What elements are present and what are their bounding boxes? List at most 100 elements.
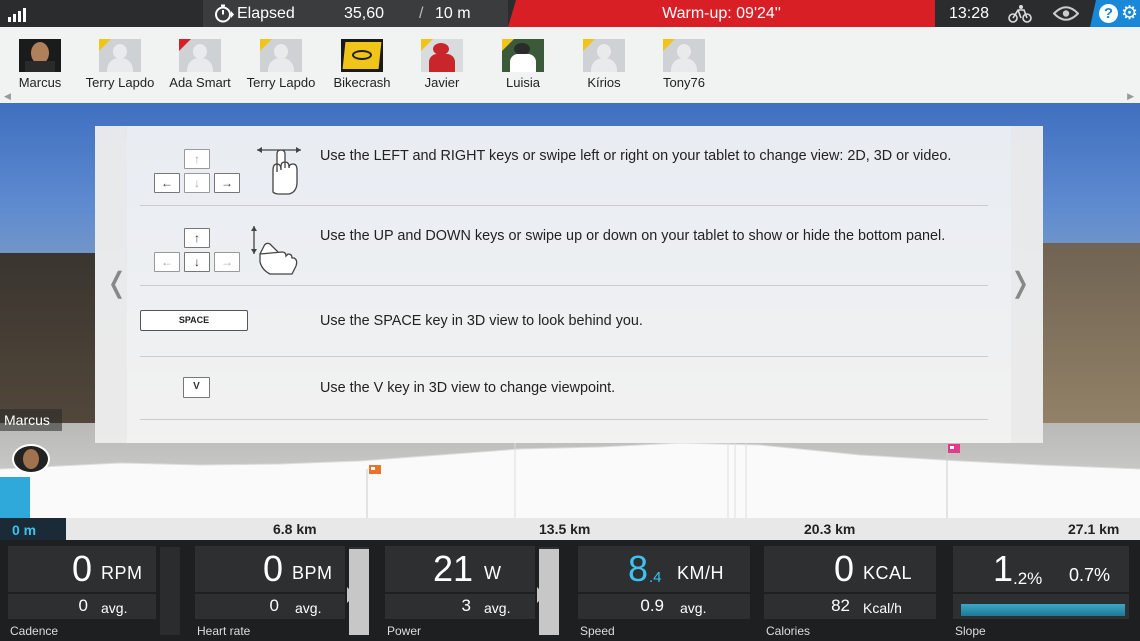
scroll-left-icon[interactable]: ◀ [4,91,11,102]
current-distance: 0 m [0,518,66,540]
metrics-panel: 0 RPM 0 avg. Cadence 0 BPM 0 avg. Heart … [0,540,1140,641]
elapsed-label: Elapsed [237,5,295,22]
scroll-right-icon[interactable]: ▶ [1127,91,1134,102]
rider-card[interactable]: Kírios [564,39,644,90]
arrow-left-key: ← [154,173,180,193]
swipe-vertical-icon [248,224,300,281]
calories-avg-label: Kcal/h [863,600,902,616]
arrow-right-key: → [214,252,240,272]
rider-avatar [341,39,383,72]
finish-flag-mark [950,446,954,449]
cadence-value: 0 [71,548,92,589]
rider-name: Terry Lapdo [246,75,316,90]
power-gauge-pointer [537,587,545,603]
power-gauge [537,547,559,635]
arrow-down-key: ↓ [184,173,210,193]
arrow-left-key: ← [154,252,180,272]
calories-caption: Calories [766,624,811,638]
arrow-right-key: → [214,173,240,193]
distance-tick: 13.5 km [539,521,591,537]
heart-value: 0 [262,548,283,589]
distance-tick: 20.3 km [804,521,856,537]
rider-name: Kírios [587,75,621,90]
cadence-avg-label: avg. [101,600,128,616]
heart-caption: Heart rate [197,624,251,638]
distance-separator: / [419,5,424,22]
power-metric: 21 W 3 avg. Power [385,546,565,638]
heart-unit: BPM [292,563,333,583]
clock-panel: 13:28 ? ⚙ [935,0,1140,27]
heart-avg: 0 [269,596,279,615]
arrow-up-key: ↑ [184,149,210,169]
speed-decimal: .4 [649,569,662,586]
slope-caption: Slope [955,624,986,638]
rider-avatar [421,39,463,72]
tip-toggle-panel-text: Use the UP and DOWN keys or swipe up or … [320,228,946,244]
rider-card[interactable]: Javier [402,39,482,90]
calories-avg: 82 [831,596,850,615]
rider-name: Bikecrash [333,75,391,90]
elapsed-distance: 35,60 [344,5,385,22]
power-unit: W [484,563,502,583]
rider-avatar [99,39,141,72]
signal-icon [8,0,34,27]
rider-card[interactable]: Ada Smart [160,39,240,90]
cadence-caption: Cadence [10,624,59,638]
rider-list: Marcus Terry Lapdo Ada Smart Terry Lapdo Bik… [0,27,1140,103]
tip-toggle-panel: ↑ ← ↓ → Use the UP and DOWN keys or swip… [140,206,988,286]
progress-fill [0,477,30,518]
speed-value: 8 [627,548,648,589]
rider-card[interactable]: Terry Lapdo [241,39,321,90]
help-icon[interactable]: ? [1099,4,1118,23]
slope-next: 0.7% [1069,565,1111,585]
tip-look-behind: SPACE Use the SPACE key in 3D view to lo… [140,286,988,357]
stopwatch-icon [214,4,234,28]
calories-metric: 0 KCAL 82 Kcal/h Calories [764,546,938,638]
eye-icon[interactable] [1052,6,1080,26]
rider-card[interactable]: Terry Lapdo [80,39,160,90]
rider-name: Marcus [18,75,62,90]
rider-name: Tony76 [663,75,705,90]
rider-avatar [260,39,302,72]
cadence-metric: 0 RPM 0 avg. Cadence [8,546,188,638]
elevation-profile [0,443,1140,518]
distance-tick: 6.8 km [273,521,317,537]
distance-tick: 27.1 km [1068,521,1120,537]
bike-icon[interactable] [1008,4,1034,28]
gear-icon[interactable]: ⚙ [1121,4,1138,23]
rider-avatar [502,39,544,72]
calories-unit: KCAL [863,563,913,583]
rider-card[interactable]: Luisia [483,39,563,90]
next-page-icon[interactable]: ❭ [1009,269,1032,297]
speed-unit: KM/H [677,563,724,583]
rider-name-label: Marcus [0,409,62,431]
arrow-up-key: ↑ [184,228,210,248]
heart-avg-label: avg. [295,600,322,616]
clock: 13:28 [949,5,990,22]
rider-card[interactable]: Tony76 [644,39,724,90]
rider-card[interactable]: Bikecrash [322,39,402,90]
slope-value: 1 [992,548,1013,589]
power-avg-label: avg. [484,600,511,616]
speed-avg: 0.9 [640,596,664,615]
tip-viewpoint-text: Use the V key in 3D view to change viewp… [320,380,616,396]
help-overlay: ❬ ❭ ↑ ← ↓ → Use the LEFT and RIGHT keys … [95,126,1043,443]
waypoint-flag-mark [371,467,375,470]
rider-name: Javier [424,75,460,90]
cadence-unit: RPM [101,563,143,583]
elevation-area [0,443,1140,518]
heart-gauge [347,547,369,635]
slope-decimal: .2% [1013,569,1043,588]
tip-look-behind-text: Use the SPACE key in 3D view to look beh… [320,313,643,329]
rider-avatar [663,39,705,72]
heart-gauge-pointer [347,587,355,603]
rider-card[interactable]: Marcus [0,39,80,90]
heart-rate-metric: 0 BPM 0 avg. Heart rate [195,546,375,638]
rider-avatar [179,39,221,72]
tip-viewpoint: V Use the V key in 3D view to change vie… [140,357,988,420]
previous-page-icon[interactable]: ❬ [105,269,128,297]
calories-value: 0 [833,548,854,589]
rider-name: Terry Lapdo [85,75,155,90]
rider-avatar-marker [12,444,50,474]
speed-metric: 8 .4 KM/H 0.9 avg. Speed [578,546,752,638]
